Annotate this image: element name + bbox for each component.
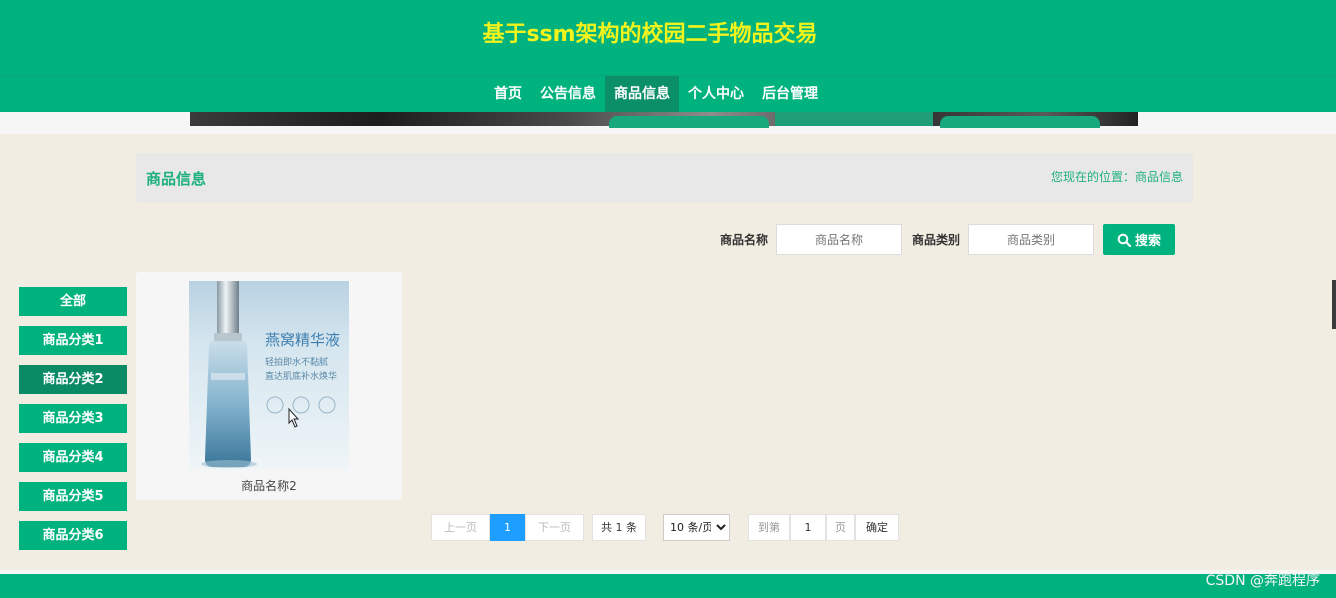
category-6[interactable]: 商品分类6 (19, 521, 127, 550)
site-title: 基于ssm架构的校园二手物品交易 (482, 22, 818, 47)
page-size-select[interactable]: 10 条/页 (663, 514, 730, 541)
main-nav: 首页 公告信息 商品信息 个人中心 后台管理 (0, 75, 1336, 113)
page-unit-label: 页 (826, 514, 855, 541)
section-title-bar: 商品信息 您现在的位置：商品信息 (136, 153, 1193, 202)
nav-item-products[interactable]: 商品信息 (605, 76, 679, 113)
product-category-label: 商品类别 (912, 233, 961, 247)
scrollbar-handle[interactable] (1332, 280, 1336, 329)
breadcrumb: 您现在的位置：商品信息 (1050, 170, 1183, 184)
product-name-label: 商品名称 (720, 233, 769, 247)
search-icon (1117, 233, 1132, 247)
category-4[interactable]: 商品分类4 (19, 443, 127, 472)
category-1[interactable]: 商品分类1 (19, 326, 127, 355)
category-3[interactable]: 商品分类3 (19, 404, 127, 433)
search-button[interactable]: 搜索 (1103, 224, 1176, 255)
banner-tab-center (775, 112, 933, 126)
nav-list: 首页 公告信息 商品信息 个人中心 后台管理 (485, 76, 827, 113)
search-button-label: 搜索 (1135, 233, 1162, 248)
product-name-input[interactable] (776, 224, 903, 255)
search-form: 商品名称 商品类别 搜索 (720, 224, 1176, 255)
category-all[interactable]: 全部 (19, 287, 127, 316)
product-image[interactable]: 燕窝精华液 轻拍即水不黏腻 直达肌底补水焕华 (189, 281, 349, 470)
goto-label: 到第 (748, 514, 790, 541)
category-5[interactable]: 商品分类5 (19, 482, 127, 511)
product-card[interactable]: 燕窝精华液 轻拍即水不黏腻 直达肌底补水焕华 商品名称2 (136, 272, 402, 500)
watermark: CSDN @奔跑程序 (1205, 573, 1320, 589)
goto-confirm-button[interactable]: 确定 (855, 514, 899, 541)
total-count: 共 1 条 (592, 514, 646, 541)
nav-item-personal-center[interactable]: 个人中心 (679, 76, 753, 113)
nav-item-home[interactable]: 首页 (485, 76, 531, 113)
page-1-button[interactable]: 1 (490, 514, 525, 541)
product-category-input[interactable] (968, 224, 1095, 255)
image-line-2: 直达肌底补水焕华 (265, 370, 337, 382)
next-page-button[interactable]: 下一页 (525, 514, 584, 541)
banner-tab-left (609, 116, 769, 128)
footer-bar (0, 574, 1336, 598)
prev-page-button[interactable]: 上一页 (431, 514, 490, 541)
banner-strip (0, 112, 1336, 134)
goto-page-input[interactable] (790, 514, 826, 541)
image-line-1: 轻拍即水不黏腻 (265, 356, 328, 368)
pagination: 上一页 1 下一页 共 1 条 10 条/页 到第 页 确定 (431, 514, 899, 541)
category-2[interactable]: 商品分类2 (19, 365, 127, 394)
footer (0, 570, 1336, 598)
nav-item-announcements[interactable]: 公告信息 (531, 76, 605, 113)
banner-tab-right (940, 116, 1100, 128)
banner-image (190, 112, 1138, 128)
category-sidebar: 全部 商品分类1 商品分类2 商品分类3 商品分类4 商品分类5 商品分类6 (19, 287, 127, 560)
serum-bottle-illustration: 燕窝精华液 轻拍即水不黏腻 直达肌底补水焕华 (201, 281, 340, 468)
page-title: 商品信息 (146, 170, 207, 188)
product-name[interactable]: 商品名称2 (136, 477, 402, 494)
image-headline: 燕窝精华液 (265, 331, 340, 349)
nav-item-admin[interactable]: 后台管理 (753, 76, 827, 113)
header-bar: 基于ssm架构的校园二手物品交易 (0, 0, 1336, 75)
